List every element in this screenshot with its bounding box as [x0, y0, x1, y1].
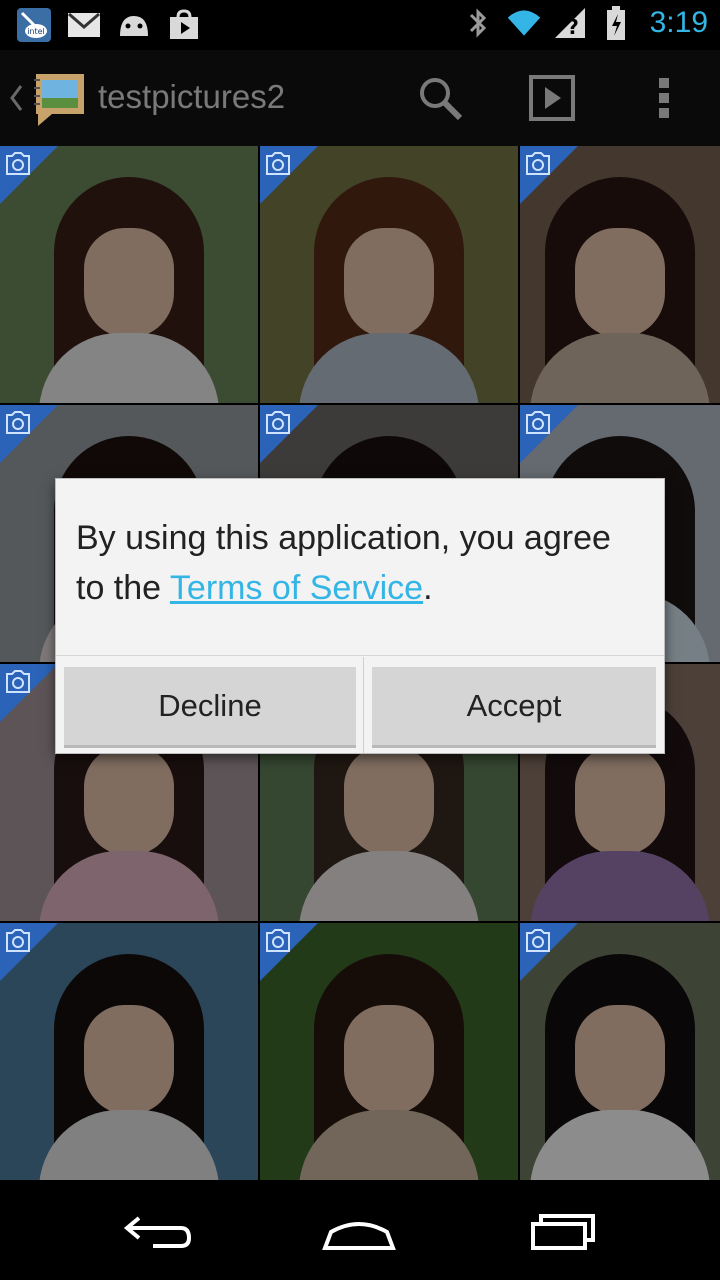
dialog-overlay: By using this application, you agree to …: [0, 0, 720, 1184]
dialog-divider: [56, 655, 664, 656]
back-icon[interactable]: [114, 1206, 204, 1258]
recent-apps-icon[interactable]: [518, 1206, 608, 1258]
dialog-message-end: .: [423, 569, 433, 607]
decline-button[interactable]: Decline: [64, 667, 356, 748]
button-separator: [363, 657, 364, 753]
dialog-message: By using this application, you agree to …: [76, 513, 646, 613]
home-icon[interactable]: [314, 1206, 404, 1258]
navigation-bar: [0, 1184, 720, 1280]
terms-dialog: By using this application, you agree to …: [56, 479, 664, 753]
terms-of-service-link[interactable]: Terms of Service: [170, 569, 423, 607]
accept-button[interactable]: Accept: [372, 667, 656, 748]
